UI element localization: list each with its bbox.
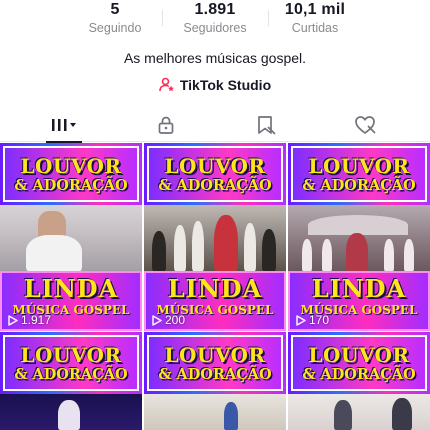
likes-stat[interactable]: 10,1 mil Curtidas — [275, 0, 355, 36]
singer-figure — [152, 231, 166, 271]
banner-line1: LOUVOR — [164, 342, 266, 367]
banner-line2: & ADORAÇÃO — [302, 365, 416, 383]
video-thumbnail[interactable]: LOUVOR & ADORAÇÃO LINDA MÚSICA GOSPEL 1.… — [0, 143, 142, 430]
louvor-banner: LOUVOR & ADORAÇÃO — [0, 143, 142, 205]
louvor-banner: LOUVOR & ADORAÇÃO — [0, 332, 142, 394]
tab-liked[interactable] — [312, 108, 419, 142]
play-count: 170 — [296, 313, 329, 327]
video-photo — [144, 205, 286, 271]
followers-count: 1.891 — [194, 1, 236, 18]
singer-figure — [214, 215, 238, 271]
banner-line1: LOUVOR — [308, 153, 410, 178]
banner-line1: LOUVOR — [20, 153, 122, 178]
singer-figure — [244, 223, 256, 271]
video-photo — [288, 205, 430, 271]
likes-count: 10,1 mil — [284, 1, 346, 18]
video-title-card: LINDA MÚSICA GOSPEL 200 — [144, 271, 286, 331]
profile-stats: 5 Seguindo 1.891 Seguidores 10,1 mil Cur… — [0, 0, 430, 40]
stat-divider — [268, 10, 269, 26]
singer-figure — [262, 229, 276, 271]
followers-stat[interactable]: 1.891 Seguidores — [170, 0, 260, 36]
video-grid: LOUVOR & ADORAÇÃO LINDA MÚSICA GOSPEL 1.… — [0, 143, 430, 430]
likes-label: Curtidas — [291, 21, 339, 35]
banner-line2: & ADORAÇÃO — [302, 176, 416, 194]
following-label: Seguindo — [88, 21, 142, 35]
profile-bio: As melhores músicas gospel. — [123, 50, 307, 66]
banner-line2: & ADORAÇÃO — [14, 365, 128, 383]
play-count-value: 170 — [309, 313, 330, 327]
person-star-icon — [159, 77, 175, 93]
singer-figure — [404, 239, 414, 271]
play-count-value: 200 — [165, 313, 186, 327]
bookmark-icon — [255, 115, 277, 135]
next-video-preview — [0, 394, 142, 430]
singer-figure — [346, 233, 368, 271]
video-title-line1: LINDA — [167, 274, 263, 303]
banner-line2: & ADORAÇÃO — [158, 176, 272, 194]
studio-label: TikTok Studio — [179, 77, 272, 93]
profile-tabs — [0, 108, 430, 143]
singer-figure — [224, 402, 238, 430]
tiktok-studio-link[interactable]: TikTok Studio — [0, 75, 430, 95]
singer-figure — [58, 400, 80, 430]
heart-icon — [354, 115, 378, 135]
louvor-banner: LOUVOR & ADORAÇÃO — [288, 332, 430, 394]
next-video-preview — [144, 394, 286, 430]
banner-line2: & ADORAÇÃO — [158, 365, 272, 383]
banner-line1: LOUVOR — [308, 342, 410, 367]
tab-videos[interactable] — [10, 108, 117, 143]
stat-divider — [162, 10, 163, 26]
banner-line1: LOUVOR — [20, 342, 122, 367]
singer-figure — [26, 235, 82, 275]
video-thumbnail[interactable]: LOUVOR & ADORAÇÃO LINDA MÚSICA GOSPEL 17… — [288, 143, 430, 430]
banner-line2: & ADORAÇÃO — [14, 176, 128, 194]
louvor-banner: LOUVOR & ADORAÇÃO — [144, 332, 286, 394]
tab-favorites[interactable] — [212, 108, 319, 142]
singer-figure — [302, 239, 312, 271]
louvor-banner: LOUVOR & ADORAÇÃO — [144, 143, 286, 205]
play-count: 1.917 — [8, 313, 51, 327]
video-title-line1: LINDA — [23, 274, 119, 303]
singer-figure — [384, 239, 394, 271]
video-thumbnail[interactable]: LOUVOR & ADORAÇÃO LINDA MÚSICA GOSPEL 20… — [144, 143, 286, 430]
singer-figure — [192, 221, 204, 271]
play-icon — [152, 314, 162, 326]
singer-figure — [392, 398, 412, 430]
video-title-line1: LINDA — [311, 274, 407, 303]
tab-private[interactable] — [112, 108, 219, 142]
play-count: 200 — [152, 313, 185, 327]
louvor-banner: LOUVOR & ADORAÇÃO — [288, 143, 430, 205]
following-stat[interactable]: 5 Seguindo — [75, 0, 155, 36]
stage-arch — [308, 215, 408, 235]
video-title-card: LINDA MÚSICA GOSPEL 1.917 — [0, 271, 142, 331]
play-icon — [8, 314, 18, 326]
next-video-preview — [288, 394, 430, 430]
play-icon — [296, 314, 306, 326]
followers-label: Seguidores — [183, 21, 247, 35]
video-photo — [0, 205, 142, 275]
singer-figure — [334, 400, 352, 430]
banner-line1: LOUVOR — [164, 153, 266, 178]
video-title-card: LINDA MÚSICA GOSPEL 170 — [288, 271, 430, 331]
play-count-value: 1.917 — [21, 313, 52, 327]
grid-icon — [50, 116, 78, 134]
singer-figure — [174, 225, 186, 271]
singer-figure — [322, 239, 332, 271]
lock-icon — [156, 115, 176, 135]
following-count: 5 — [110, 1, 120, 18]
